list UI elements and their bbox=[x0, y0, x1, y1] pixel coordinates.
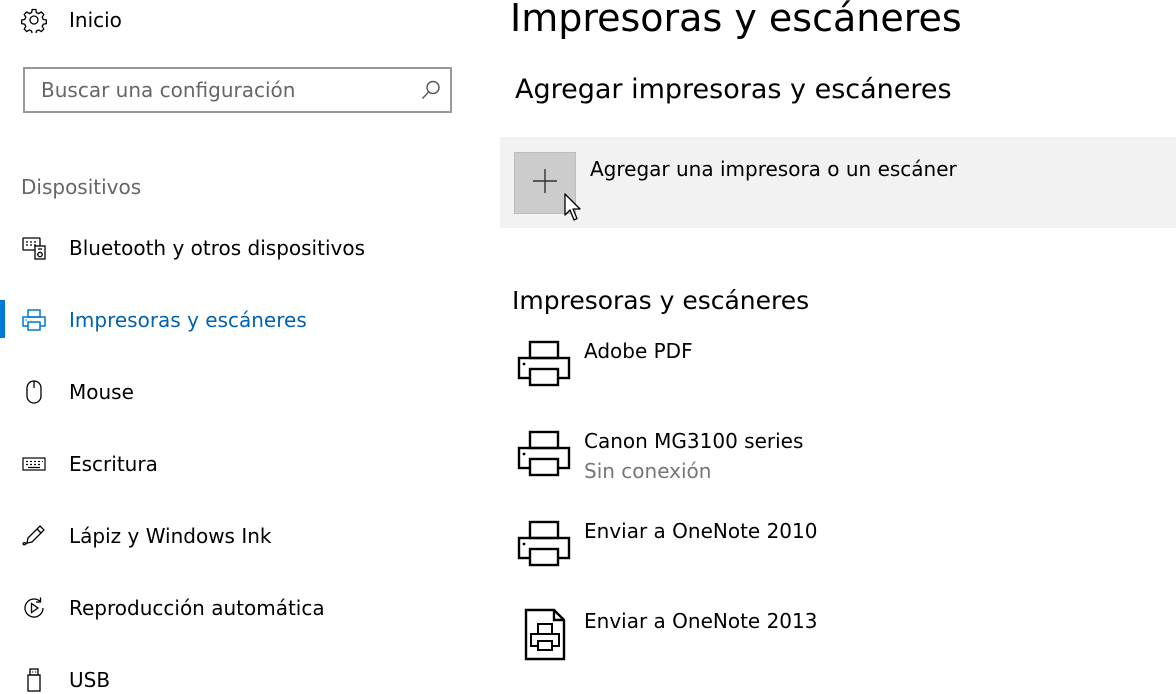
sidebar-item-usb[interactable]: USB bbox=[20, 666, 110, 694]
page-title: Impresoras y escáneres bbox=[510, 0, 962, 40]
sidebar-item-label: Mouse bbox=[69, 380, 134, 404]
pen-icon bbox=[20, 522, 48, 550]
sidebar-item-printers[interactable]: Impresoras y escáneres bbox=[20, 306, 307, 334]
printer-name: Canon MG3100 series bbox=[584, 429, 804, 453]
printer-name: Enviar a OneNote 2013 bbox=[584, 609, 818, 633]
sidebar-item-label: Lápiz y Windows Ink bbox=[69, 524, 272, 548]
sidebar-item-mouse[interactable]: Mouse bbox=[20, 378, 134, 406]
mouse-cursor-icon bbox=[564, 193, 584, 227]
add-printer-row[interactable]: Agregar una impresora o un escáner bbox=[500, 137, 1176, 228]
sidebar-item-label: USB bbox=[69, 668, 111, 692]
printer-item[interactable]: Enviar a OneNote 2013 bbox=[510, 607, 1110, 677]
printer-status: Sin conexión bbox=[584, 459, 712, 483]
printer-name: Adobe PDF bbox=[584, 339, 693, 363]
gear-icon bbox=[20, 6, 48, 34]
sidebar-item-autoplay[interactable]: Reproducción automática bbox=[20, 594, 325, 622]
sidebar-item-label: Bluetooth y otros dispositivos bbox=[69, 236, 365, 260]
printer-item[interactable]: Enviar a OneNote 2010 bbox=[510, 517, 1110, 587]
sidebar-item-pen[interactable]: Lápiz y Windows Ink bbox=[20, 522, 272, 550]
add-section-heading: Agregar impresoras y escáneres bbox=[515, 74, 952, 105]
home-nav-item[interactable]: Inicio bbox=[20, 6, 122, 34]
add-printer-label: Agregar una impresora o un escáner bbox=[590, 157, 957, 181]
mouse-icon bbox=[20, 378, 48, 406]
sidebar-item-typing[interactable]: Escritura bbox=[20, 450, 158, 478]
search-box[interactable] bbox=[23, 67, 452, 113]
sidebar-item-bluetooth[interactable]: Bluetooth y otros dispositivos bbox=[20, 234, 365, 262]
sidebar-item-label: Escritura bbox=[69, 452, 158, 476]
section-label: Dispositivos bbox=[21, 175, 142, 199]
usb-icon bbox=[20, 666, 48, 694]
printer-item[interactable]: Adobe PDF bbox=[510, 337, 1110, 407]
home-label: Inicio bbox=[69, 8, 122, 32]
selection-indicator bbox=[0, 300, 5, 338]
plus-icon bbox=[531, 167, 559, 199]
bluetooth-devices-icon bbox=[20, 234, 48, 262]
autoplay-icon bbox=[20, 594, 48, 622]
sidebar-item-label: Reproducción automática bbox=[69, 596, 325, 620]
sidebar-item-label: Impresoras y escáneres bbox=[69, 308, 307, 332]
printer-item[interactable]: Canon MG3100 series Sin conexión bbox=[510, 427, 1110, 497]
printer-icon bbox=[20, 306, 48, 334]
printer-name: Enviar a OneNote 2010 bbox=[584, 519, 818, 543]
printer-icon bbox=[516, 517, 572, 573]
printer-icon bbox=[516, 427, 572, 483]
printer-icon bbox=[516, 337, 572, 393]
keyboard-icon bbox=[20, 450, 48, 478]
search-input[interactable] bbox=[41, 77, 411, 103]
document-printer-icon bbox=[516, 607, 572, 663]
search-icon[interactable] bbox=[420, 79, 442, 101]
printers-list-heading: Impresoras y escáneres bbox=[512, 286, 810, 315]
